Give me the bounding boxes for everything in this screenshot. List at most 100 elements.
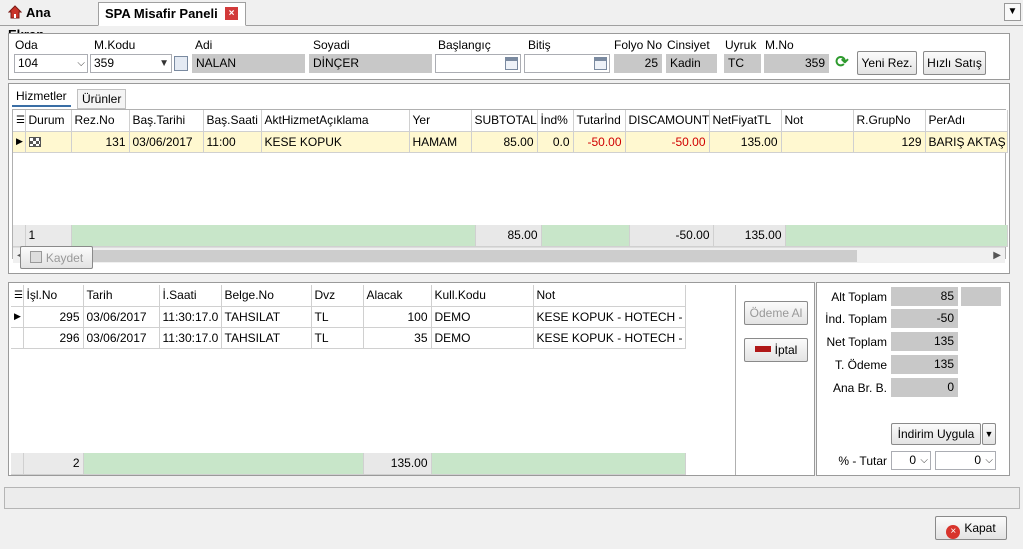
alt-toplam-extra-field — [961, 287, 1001, 306]
column-header[interactable]: Belge.No — [221, 285, 312, 307]
column-header[interactable]: DISCAMOUNT — [625, 110, 710, 132]
t-odeme-field: 135 — [891, 355, 958, 374]
baslangic-date-input[interactable] — [435, 54, 521, 73]
footer-alacak: 135.00 — [363, 453, 432, 475]
column-header[interactable]: İ.Saati — [159, 285, 222, 307]
not-cell: KESE KOPUK - HOTECH - — [533, 327, 686, 349]
tab-urunler[interactable]: Ürünler — [77, 89, 127, 109]
t-odeme-label: T. Ödeme — [834, 358, 887, 372]
column-header[interactable]: Yer — [409, 110, 472, 132]
save-icon — [29, 251, 42, 263]
column-header[interactable]: Not — [781, 110, 854, 132]
tab-hizmetler[interactable]: Hizmetler — [12, 87, 71, 107]
kaydet-button[interactable]: Kaydet — [20, 246, 93, 269]
calendar-icon[interactable] — [594, 57, 607, 70]
column-header[interactable]: Dvz — [311, 285, 364, 307]
uyruk-label: Uyruk — [725, 38, 757, 52]
chevron-down-icon: ▼ — [984, 429, 994, 439]
column-header[interactable]: İşl.No — [23, 285, 84, 307]
tarih-cell: 03/06/2017 — [83, 306, 160, 328]
kapat-button[interactable]: × Kapat — [935, 516, 1007, 540]
oda-label: Oda — [15, 38, 38, 52]
subtotal-cell: 85.00 — [471, 131, 538, 153]
guest-header-panel: Oda 104 ⌵ M.Kodu 359 ▼ Adi NALAN Soyadi Dİ… — [8, 33, 1010, 80]
refresh-icon[interactable]: ⟳ — [832, 53, 852, 73]
tab-spa-misafir-paneli[interactable]: SPA Misafir Paneli × — [98, 2, 246, 26]
oda-select[interactable]: 104 ⌵ — [14, 54, 88, 73]
tutar-select[interactable]: 0 ⌵ — [935, 451, 996, 470]
table-row[interactable]: ▶ 131 03/06/2017 11:00 KESE KOPUK HAMAM … — [13, 131, 1008, 153]
peradi-cell: BARIŞ AKTAŞ — [925, 131, 1008, 153]
mkodu-select[interactable]: 359 ▼ — [90, 54, 172, 73]
column-header[interactable]: SUBTOTAL — [471, 110, 538, 132]
column-header[interactable]: Baş.Saati — [203, 110, 262, 132]
adi-field: NALAN — [192, 54, 305, 73]
chevron-down-icon: ▼ — [159, 58, 169, 69]
iptal-button[interactable]: İptal — [744, 338, 808, 362]
column-header[interactable]: İnd% — [537, 110, 574, 132]
scroll-thumb[interactable] — [31, 250, 857, 262]
indirim-uygula-button[interactable]: İndirim Uygula — [891, 423, 981, 445]
tutarind-cell: -50.00 — [573, 131, 626, 153]
bitis-date-input[interactable] — [524, 54, 610, 73]
grid-menu-icon[interactable]: ☰ — [13, 110, 26, 132]
table-row[interactable]: ▶ 295 03/06/2017 11:30:17.0 TAHSILAT TL … — [11, 306, 686, 328]
tab-list-dropdown-button[interactable]: ▼ — [1004, 3, 1021, 21]
yuzde-select[interactable]: 0 ⌵ — [891, 451, 931, 470]
odeme-al-button[interactable]: Ödeme Al — [744, 301, 808, 325]
dvz-cell: TL — [311, 327, 364, 349]
column-header[interactable]: Tarih — [83, 285, 160, 307]
hizli-satis-button[interactable]: Hızlı Satış — [923, 51, 986, 75]
yeni-rez-button[interactable]: Yeni Rez. — [857, 51, 917, 75]
soyadi-field: DİNÇER — [309, 54, 432, 73]
home-icon — [7, 4, 23, 19]
tutar-value: 0 — [974, 453, 981, 467]
footer-spacer — [11, 453, 24, 475]
payments-table: ☰ İşl.No Tarih İ.Saati Belge.No Dvz Alac… — [11, 285, 686, 349]
kull-cell: DEMO — [431, 327, 534, 349]
summary-panel: Alt Toplam 85 İnd. Toplam -50 Net Toplam… — [816, 282, 1010, 476]
services-footer: 1 85.00 -50.00 135.00 — [13, 225, 1008, 247]
indirim-uygula-dropdown[interactable]: ▼ — [982, 423, 996, 445]
tab-ana-ekran[interactable]: Ana Ekran — [2, 2, 96, 42]
saat-cell: 11:30:17.0 — [159, 327, 222, 349]
footer-spacer — [541, 225, 630, 247]
column-header[interactable]: Baş.Tarihi — [129, 110, 204, 132]
mno-field: 359 — [764, 54, 829, 73]
column-header[interactable]: AktHizmetAçıklama — [261, 110, 410, 132]
footer-spacer — [83, 453, 364, 475]
table-row[interactable]: 296 03/06/2017 11:30:17.0 TAHSILAT TL 35… — [11, 327, 686, 349]
payments-header-row: ☰ İşl.No Tarih İ.Saati Belge.No Dvz Alac… — [11, 285, 686, 307]
dvz-cell: TL — [311, 306, 364, 328]
close-icon[interactable]: × — [225, 7, 238, 20]
column-header[interactable]: Durum — [25, 110, 72, 132]
column-header[interactable]: Not — [533, 285, 686, 307]
services-panel: Hizmetler Ürünler ☰ Durum Rez.No Baş.Tar… — [8, 83, 1010, 274]
guest-card-icon[interactable] — [174, 56, 188, 71]
footer-subtotal: 85.00 — [475, 225, 542, 247]
column-header[interactable]: Kull.Kodu — [431, 285, 534, 307]
kaydet-label: Kaydet — [45, 251, 84, 265]
calendar-icon[interactable] — [505, 57, 518, 70]
column-header[interactable]: Rez.No — [71, 110, 130, 132]
footer-count: 1 — [25, 225, 72, 247]
grid-menu-icon[interactable]: ☰ — [11, 285, 24, 307]
column-header[interactable]: PerAdı — [925, 110, 1008, 132]
footer-spacer — [431, 453, 686, 475]
iptal-label: İptal — [774, 343, 798, 357]
scroll-right-icon[interactable]: ▶ — [993, 248, 1001, 264]
bitis-label: Bitiş — [528, 38, 551, 52]
column-header[interactable]: Alacak — [363, 285, 432, 307]
column-header[interactable]: NetFiyatTL — [709, 110, 782, 132]
discamount-cell: -50.00 — [625, 131, 710, 153]
services-header-row: ☰ Durum Rez.No Baş.Tarihi Baş.Saati AktH… — [13, 110, 1008, 132]
ind-toplam-field: -50 — [891, 309, 958, 328]
grupno-cell: 129 — [853, 131, 926, 153]
kull-cell: DEMO — [431, 306, 534, 328]
column-header[interactable]: R.GrupNo — [853, 110, 926, 132]
ana-br-label: Ana Br. B. — [832, 381, 887, 395]
services-footer-row: 1 85.00 -50.00 135.00 — [13, 225, 1008, 247]
services-horizontal-scrollbar[interactable]: ◀ ▶ — [13, 247, 1005, 263]
column-header[interactable]: Tutarİnd — [573, 110, 626, 132]
tarih-cell: 03/06/2017 — [129, 131, 204, 153]
